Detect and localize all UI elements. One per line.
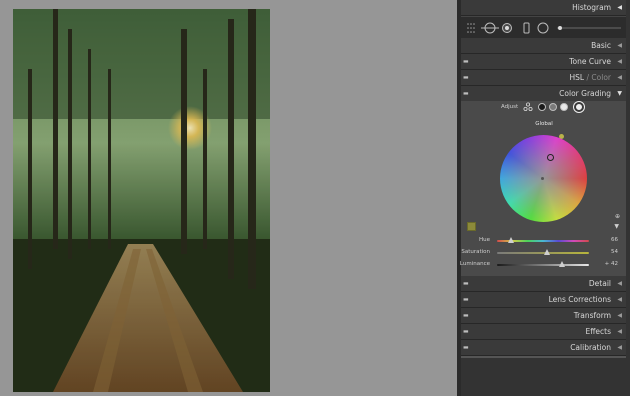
effects-title: Effects [585,327,612,336]
adjust-label: Adjust [501,104,519,110]
expand-triangle-icon: ◀ [617,74,622,81]
color-grading-header[interactable]: ▬ Color Grading ▼ [461,86,626,102]
panel-toggle-icon[interactable]: ▬ [463,70,469,85]
slider-row-hue: Hue 66 [461,236,626,246]
right-panel: Histogram ◀ Basic ◀ ▬ Tone Curve ◀ ▬ HSL… [459,0,630,396]
histogram-title: Histogram [572,3,611,12]
slider-value[interactable]: + 42 [594,261,618,267]
effects-header[interactable]: ▬ Effects ◀ [461,324,626,340]
slider-thumb[interactable] [559,261,566,267]
link-icon[interactable]: ⊕ [615,213,620,220]
calibration-header[interactable]: ▬ Calibration ◀ [461,340,626,356]
masking-tool-icon [537,22,549,34]
crop-tool-icon [481,22,499,34]
basic-header[interactable]: Basic ◀ [461,38,626,54]
collapse-triangle-icon: ▼ [617,90,622,97]
panel-toggle-icon[interactable]: ▬ [463,324,469,339]
transform-header[interactable]: ▬ Transform ◀ [461,308,626,324]
slider-row-saturation: Saturation 54 [461,248,626,258]
color-wheel-handle[interactable] [547,154,554,161]
collapse-triangle-icon: ◀ [617,4,622,11]
photo-canvas [0,0,457,396]
hsl-separator: / [586,73,590,82]
histogram-header[interactable]: Histogram ◀ [461,0,626,16]
tone-curve-title: Tone Curve [569,57,611,66]
slider-row-luminance: Luminance + 42 [459,260,626,270]
tool-strip [461,16,626,40]
panel-toggle-icon[interactable]: ▬ [463,276,469,291]
slider-value[interactable]: 66 [594,237,618,243]
redeye-tool-icon [523,22,530,34]
hsl-label: HSL [569,73,585,82]
detail-header[interactable]: ▬ Detail ◀ [461,276,626,292]
lens-corrections-title: Lens Corrections [548,295,611,304]
global-label: Global [535,121,553,127]
panel-toggle-icon[interactable]: ▬ [463,308,469,323]
expand-triangle-icon: ◀ [617,296,622,303]
expand-sliders-icon[interactable]: ▼ [614,223,619,230]
brush-size-slider-icon [557,26,621,30]
forest-road-photo [13,9,270,392]
shadows-mode-icon[interactable] [538,103,546,111]
wheel-center-mark [541,177,544,180]
spot-removal-icon [502,23,512,33]
slider-label: Hue [478,237,490,243]
panel-end-divider [461,356,626,358]
slider-thumb[interactable] [507,237,514,243]
expand-triangle-icon: ◀ [617,58,622,65]
grid-tool-icon [467,23,475,33]
tone-curve-header[interactable]: ▬ Tone Curve ◀ [461,54,626,70]
three-way-mode-icon [523,102,533,112]
calibration-title: Calibration [570,343,611,352]
hsl-title: HSL / Color [570,70,612,85]
panel-toggle-icon[interactable]: ▬ [463,292,469,307]
color-label: Color [591,73,611,82]
expand-triangle-icon: ◀ [617,312,622,319]
panel-toggle-icon[interactable]: ▬ [463,54,469,69]
global-mode-icon[interactable] [574,102,584,112]
color-grading-body: Adjust Global ⊕ ▼ Hue 66 Saturation 54 Lumin… [459,101,626,276]
expand-triangle-icon: ◀ [617,42,622,49]
expand-triangle-icon: ◀ [617,280,622,287]
slider-label: Luminance [459,261,490,267]
basic-title: Basic [591,41,611,50]
panel-toggle-icon[interactable]: ▬ [463,86,469,101]
lens-corrections-header[interactable]: ▬ Lens Corrections ◀ [461,292,626,308]
slider-value[interactable]: 54 [594,249,618,255]
slider-track[interactable] [497,264,589,266]
detail-title: Detail [588,279,611,288]
color-swatch[interactable] [467,222,476,231]
slider-thumb[interactable] [543,249,550,255]
highlights-mode-icon[interactable] [560,103,568,111]
panel-toggle-icon[interactable]: ▬ [463,340,469,355]
expand-triangle-icon: ◀ [617,328,622,335]
slider-label: Saturation [461,249,490,255]
color-grading-title: Color Grading [559,89,611,98]
expand-triangle-icon: ◀ [617,344,622,351]
transform-title: Transform [573,311,611,320]
midtones-mode-icon[interactable] [549,103,557,111]
hsl-header[interactable]: ▬ HSL / Color ◀ [461,70,626,86]
